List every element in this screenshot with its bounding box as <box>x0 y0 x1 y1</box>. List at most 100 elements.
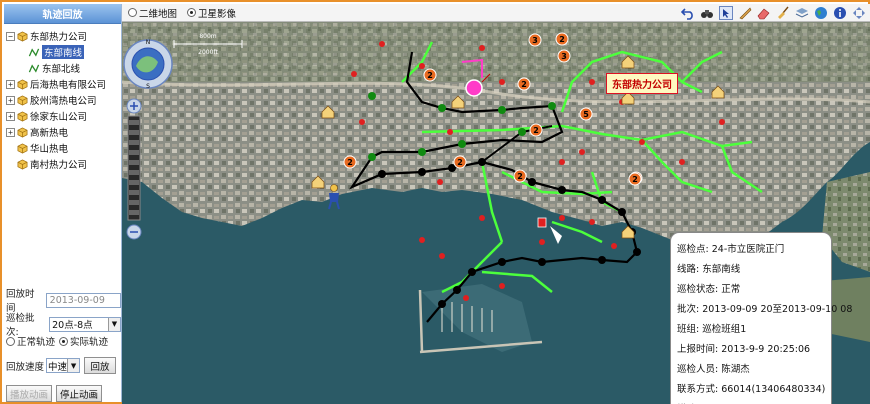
tree-node-label: 南村热力公司 <box>30 160 88 171</box>
tree-node-label-selected: 东部南线 <box>42 45 85 59</box>
left-panel: 轨迹回放 − 东部热力公司 东部南线 东部北线 + 后海热电有限公司 + 胶州湾… <box>4 4 122 402</box>
popup-row-contact: 联系方式: 66014(13406480334) <box>677 380 825 400</box>
tree-node-dongbu-south[interactable]: 东部南线 <box>6 44 119 60</box>
binoculars-icon[interactable] <box>699 5 714 20</box>
expand-icon[interactable]: + <box>6 79 15 89</box>
popup-label: 巡检状态: <box>677 284 719 295</box>
selected-point-marker[interactable] <box>537 217 547 228</box>
radio-actual-track[interactable] <box>59 336 69 346</box>
expand-icon[interactable]: + <box>6 127 15 137</box>
tree-node-dongbu-north[interactable]: 东部北线 <box>6 60 119 76</box>
popup-label: 巡检人员: <box>677 364 719 375</box>
expand-icon[interactable]: + <box>6 95 15 105</box>
resume-animation-button[interactable]: 播放动画 <box>6 385 52 402</box>
tree-node-label: 东部热力公司 <box>30 32 88 43</box>
panel-title-bar: 轨迹回放 <box>4 4 121 24</box>
app-window: 轨迹回放 − 东部热力公司 东部南线 东部北线 + 后海热电有限公司 + 胶州湾… <box>0 0 870 404</box>
stop-animation-button[interactable]: 停止动画 <box>56 385 102 402</box>
tree-node-jiaozhouwan[interactable]: + 胶州湾热电公司 <box>6 92 119 108</box>
speed-select[interactable]: 中速 ▼ <box>46 358 81 373</box>
tree-node-label: 东部北线 <box>42 64 81 75</box>
popup-row-point: 巡检点: 24-市立医院正门 <box>677 240 825 260</box>
popup-contact-value: 66014(13406480334) <box>721 384 826 395</box>
popup-label: 上报时间: <box>677 344 719 355</box>
undo-icon[interactable] <box>680 5 695 20</box>
tree-node-gaoxin[interactable]: + 高新热电 <box>6 124 119 140</box>
expand-icon[interactable]: + <box>6 111 15 121</box>
company-location-marker[interactable] <box>465 79 483 97</box>
svg-text:3: 3 <box>532 36 538 45</box>
svg-text:2: 2 <box>533 126 539 135</box>
hills-overlay <box>122 22 870 82</box>
playback-time-input[interactable]: 2013-09-09 <box>45 292 121 308</box>
track-mode-row: 正常轨迹 实际轨迹 <box>6 334 108 348</box>
radio-actual-label: 实际轨迹 <box>70 337 109 348</box>
svg-text:3: 3 <box>561 52 567 61</box>
popup-row-status: 巡检状态: 正常 <box>677 280 825 300</box>
dropdown-arrow-icon[interactable]: ▼ <box>67 359 80 372</box>
popup-label: 批次: <box>677 304 700 315</box>
tree-node-dongbu[interactable]: − 东部热力公司 <box>6 28 119 44</box>
popup-row-batch: 批次: 2013-09-09 20至2013-09-10 08 <box>677 300 852 320</box>
radio-2d-map[interactable] <box>128 8 137 17</box>
layers-icon[interactable] <box>794 5 809 20</box>
company-callout[interactable]: 东部热力公司 <box>606 73 678 94</box>
compass-n: N <box>146 39 151 46</box>
svg-text:2: 2 <box>632 175 638 184</box>
tree-node-houhai[interactable]: + 后海热电有限公司 <box>6 76 119 92</box>
radio-satellite[interactable] <box>187 8 197 17</box>
popup-label: 线路: <box>677 264 700 275</box>
tree-node-label: 华山热电 <box>30 144 69 155</box>
speed-select-value: 中速 <box>48 361 68 373</box>
popup-row-team: 班组: 巡检班组1 <box>677 320 825 340</box>
radio-normal-label: 正常轨迹 <box>17 337 56 348</box>
scale-bottom-label: 2000ft <box>198 49 218 56</box>
popup-row-desc: 描述 <box>677 400 825 404</box>
dropdown-arrow-icon[interactable]: ▼ <box>108 317 120 331</box>
company-tree: − 东部热力公司 东部南线 东部北线 + 后海热电有限公司 + 胶州湾热电公司 <box>4 24 121 172</box>
popup-line-value: 东部南线 <box>702 264 741 275</box>
cube-icon <box>17 79 28 89</box>
tree-node-huashan[interactable]: 华山热电 <box>6 140 119 156</box>
route-line-icon <box>28 47 40 57</box>
compass-s: S <box>146 83 150 90</box>
tree-node-label: 后海热电有限公司 <box>30 80 107 91</box>
popup-team-value: 巡检班组1 <box>702 324 747 335</box>
eraser-icon[interactable] <box>756 5 771 20</box>
map-tools <box>680 5 866 20</box>
globe-icon[interactable] <box>813 5 828 20</box>
popup-label: 巡检点: <box>677 244 709 255</box>
tree-node-label: 胶州湾热电公司 <box>30 96 97 107</box>
zoom-slider[interactable] <box>126 98 142 240</box>
select-arrow-icon[interactable] <box>718 5 733 20</box>
tree-node-label: 高新热电 <box>30 128 69 139</box>
tree-node-xujiadongshan[interactable]: + 徐家东山公司 <box>6 108 119 124</box>
cube-icon <box>17 111 28 121</box>
playback-button[interactable]: 回放 <box>84 357 117 374</box>
batch-select-value: 20点-8点 <box>52 320 93 331</box>
broom-icon[interactable] <box>775 5 790 20</box>
fullscreen-icon[interactable] <box>851 5 866 20</box>
popup-batch-value: 2013-09-09 20至2013-09-10 08 <box>702 304 853 315</box>
scale-top-label: 800m <box>199 33 216 40</box>
satellite-map[interactable]: 2 3 2 3 2 2 2 2 2 5 2 2 <box>122 22 870 404</box>
view-satellite-option[interactable]: 卫星影像 <box>187 6 236 20</box>
popup-row-report: 上报时间: 2013-9-9 20:25:06 <box>677 340 825 360</box>
cube-icon <box>17 159 28 169</box>
info-icon[interactable] <box>832 5 847 20</box>
cube-icon <box>17 31 28 41</box>
animation-buttons-row: 播放动画 停止动画 <box>6 385 102 402</box>
cube-icon <box>17 95 28 105</box>
tree-node-nancun[interactable]: 南村热力公司 <box>6 156 119 172</box>
radio-normal-track[interactable] <box>6 336 15 346</box>
popup-label: 联系方式: <box>677 384 719 395</box>
tree-node-label: 徐家东山公司 <box>30 112 88 123</box>
view-2d-option[interactable]: 二维地图 <box>128 6 177 20</box>
view-satellite-label: 卫星影像 <box>198 8 237 20</box>
svg-text:2: 2 <box>559 35 565 44</box>
batch-select[interactable]: 20点-8点 ▼ <box>49 316 121 332</box>
svg-text:2: 2 <box>517 172 523 181</box>
ruler-icon[interactable] <box>737 5 752 20</box>
collapse-icon[interactable]: − <box>6 31 15 41</box>
popup-desc-label: 描述 <box>677 400 696 404</box>
